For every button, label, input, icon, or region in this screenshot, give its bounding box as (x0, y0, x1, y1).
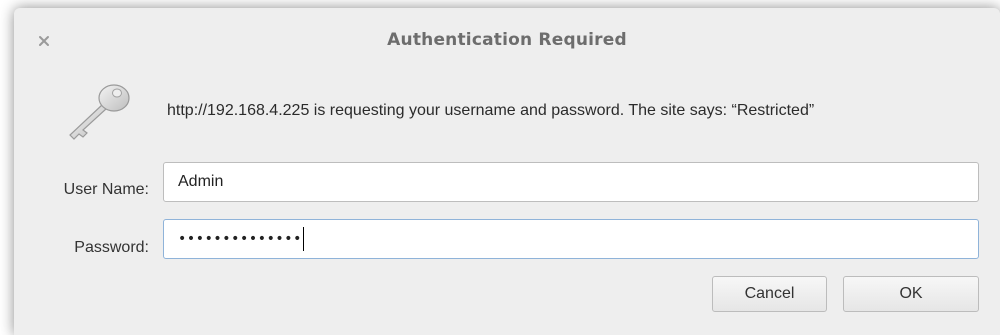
cancel-button[interactable]: Cancel (712, 276, 827, 312)
password-label: Password: (74, 239, 149, 256)
auth-message: http://192.168.4.225 is requesting your … (167, 102, 815, 119)
window-title: Authentication Required (387, 30, 627, 50)
password-mask: •••••••••••••• (178, 231, 303, 247)
username-label: User Name: (63, 181, 149, 198)
key-icon (62, 81, 134, 143)
username-value: Admin (178, 173, 224, 190)
ok-button[interactable]: OK (843, 276, 979, 312)
username-field[interactable]: Admin (163, 162, 979, 202)
password-field[interactable]: •••••••••••••• (163, 219, 979, 259)
text-caret (303, 226, 305, 251)
auth-dialog: Authentication Required http://192.168.4… (14, 8, 1000, 335)
titlebar: Authentication Required (14, 8, 1000, 70)
